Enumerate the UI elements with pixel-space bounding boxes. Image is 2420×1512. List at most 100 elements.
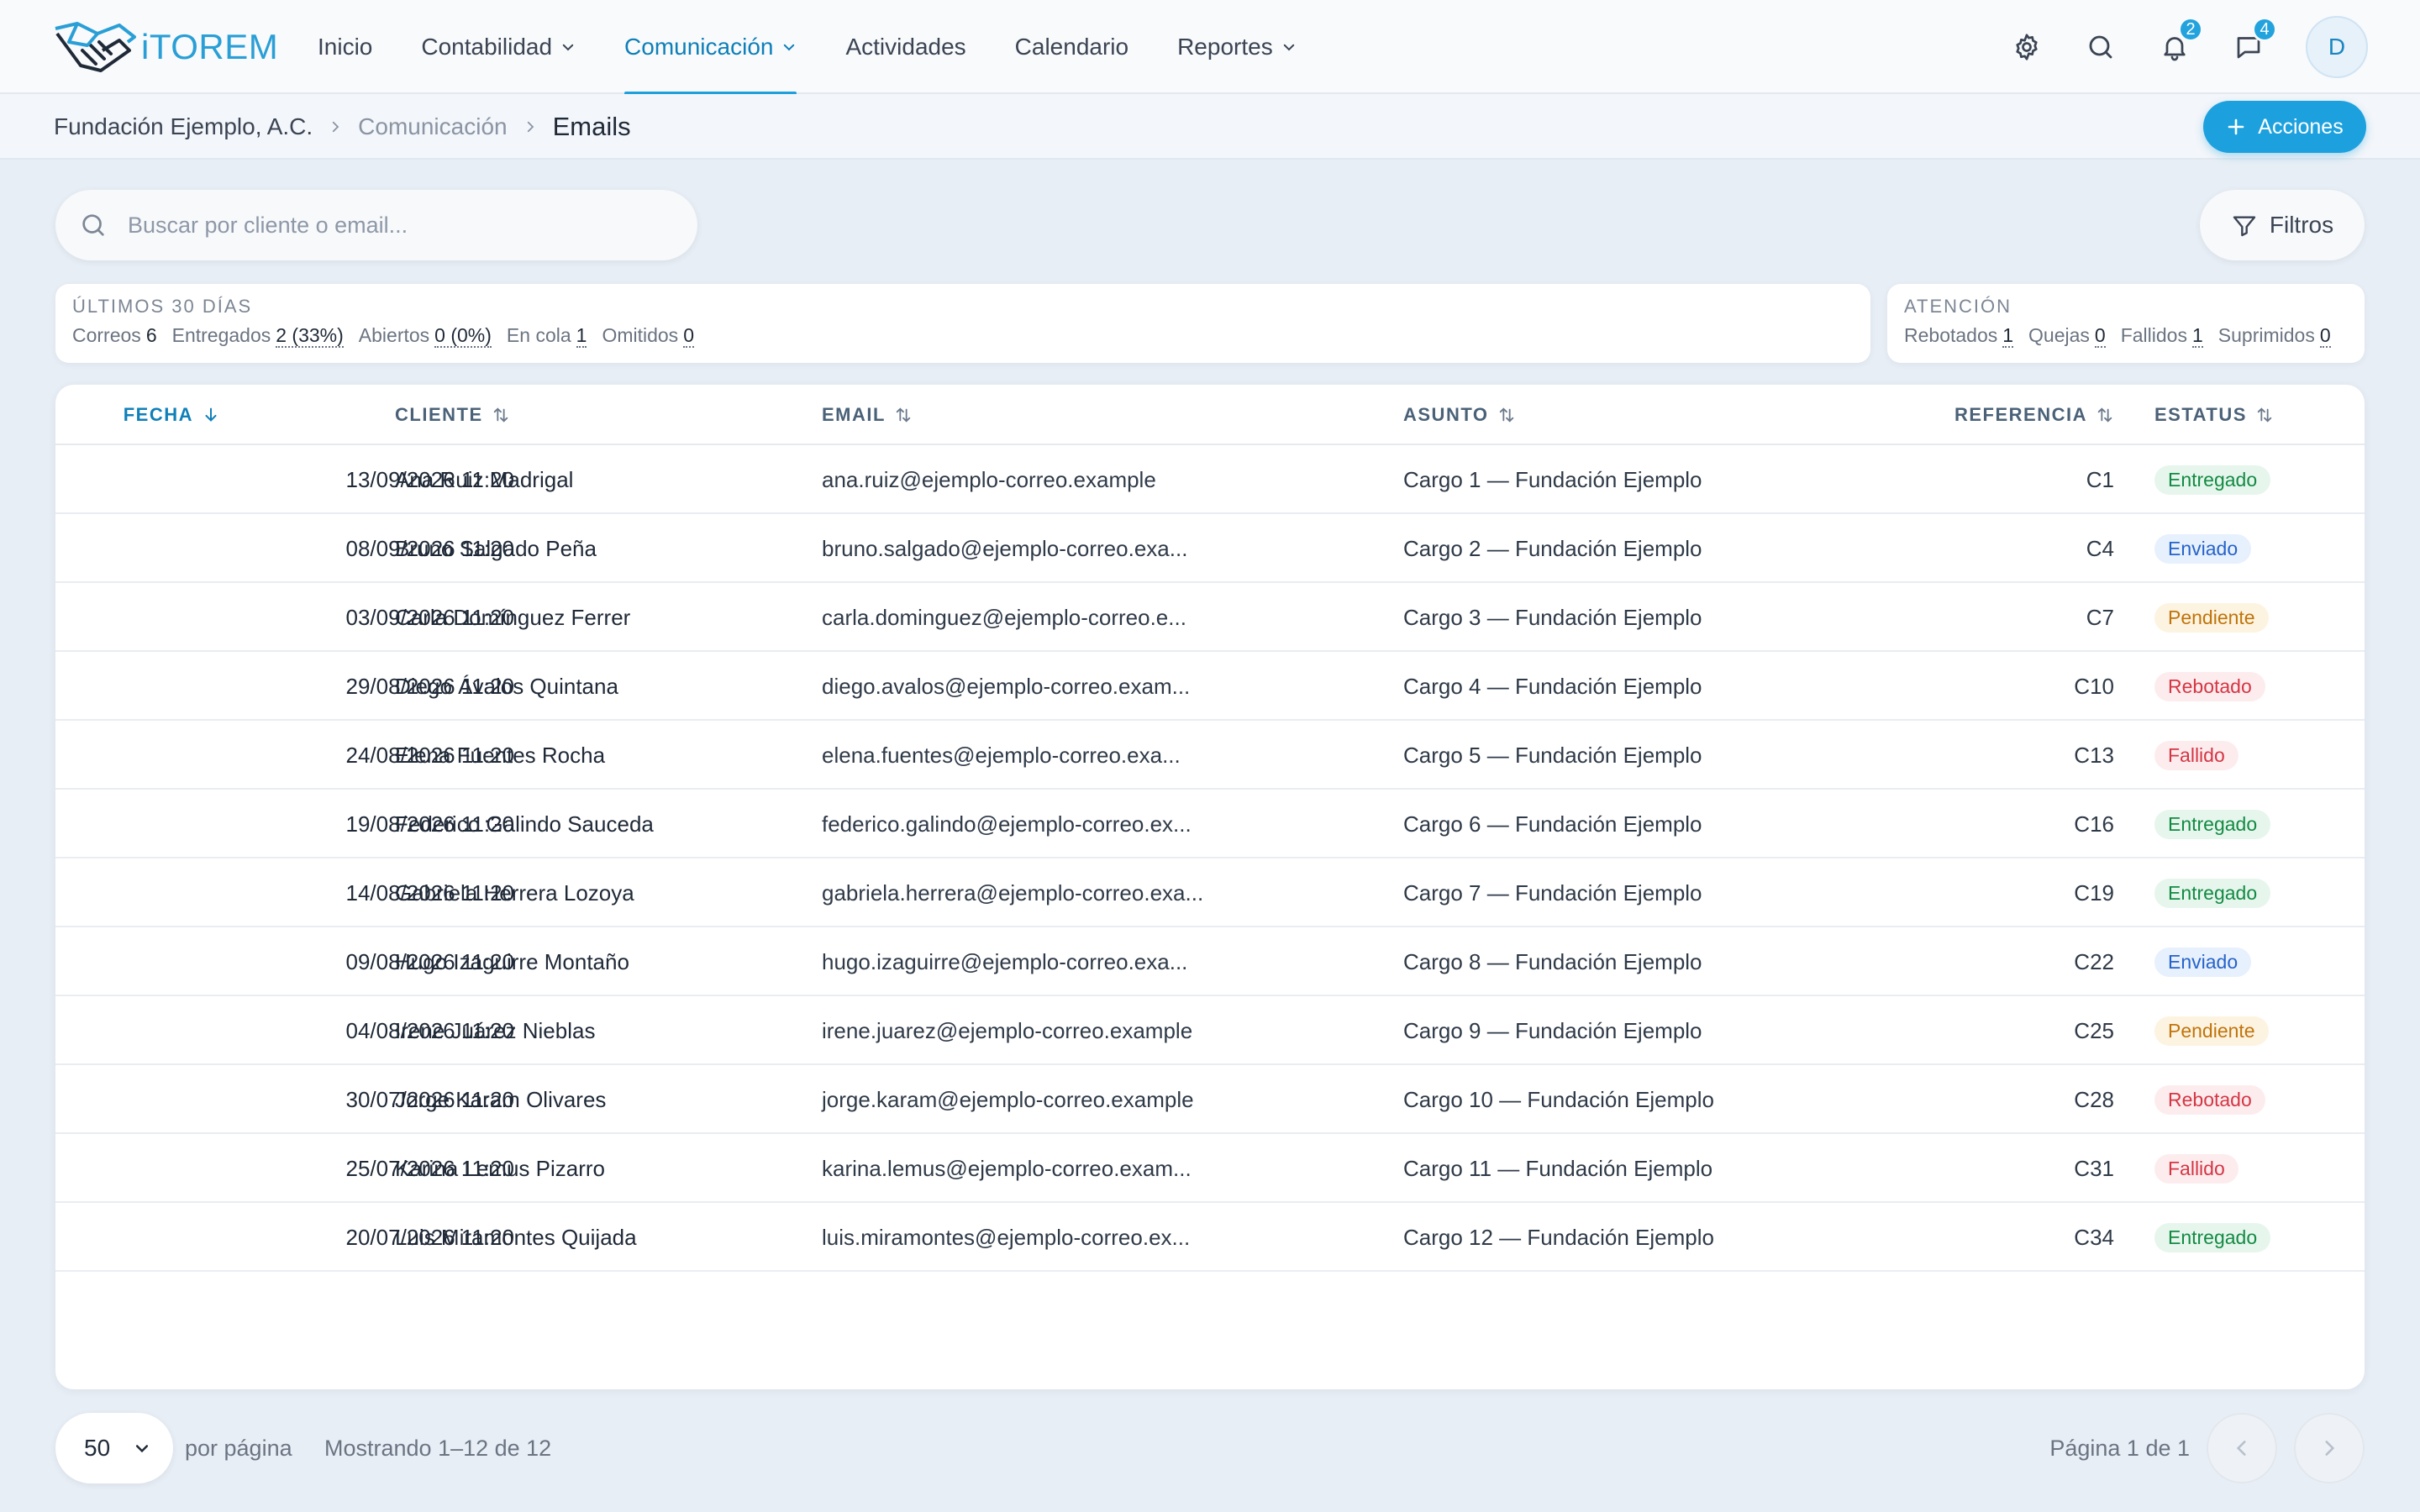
period-stat-label: Abiertos — [358, 324, 430, 346]
cell-email: karina.lemus@ejemplo-correo.exam... — [822, 1155, 1192, 1181]
status-badge: Entregado — [2154, 465, 2271, 495]
notifications-button[interactable]: 2 — [2158, 17, 2203, 64]
cell-reference: C19 — [2074, 879, 2114, 906]
breadcrumb-organization[interactable]: Fundación Ejemplo, A.C. — [54, 113, 313, 140]
user-avatar[interactable]: D — [2306, 16, 2368, 78]
table-row[interactable]: 04/08/2026 11:20 Irene Juárez Nieblas iren… — [55, 996, 2365, 1065]
attention-stat-value[interactable]: 1 — [2002, 324, 2014, 348]
emails-table: FECHA CLIENTE EMAIL ASUNTO REFERENCIA ES… — [55, 385, 2365, 1389]
cell-client: Carla Domínguez Ferrer — [395, 604, 631, 630]
table-row[interactable]: 03/09/2026 11:20 Carla Domínguez Ferrer ca… — [55, 583, 2365, 652]
cell-reference: C28 — [2074, 1086, 2114, 1112]
status-badge: Entregado — [2154, 1222, 2271, 1252]
status-badge: Entregado — [2154, 878, 2271, 908]
filters-button[interactable]: Filtros — [2200, 190, 2365, 260]
column-header-email[interactable]: EMAIL — [822, 385, 913, 445]
cell-reference: C10 — [2074, 673, 2114, 699]
notifications-badge: 2 — [2178, 17, 2203, 42]
table-row[interactable]: 19/08/2026 11:20 Federico Galindo Sauceda… — [55, 790, 2365, 858]
nav-item-contabilidad[interactable]: Contabilidad — [421, 0, 576, 94]
chevron-right-icon — [333, 121, 339, 133]
sort-icon — [493, 407, 508, 423]
table-row[interactable]: 29/08/2026 11:20 Diego Ávalos Quintana die… — [55, 652, 2365, 721]
cell-client: Hugo Izaguirre Montaño — [395, 948, 629, 974]
table-header: FECHA CLIENTE EMAIL ASUNTO REFERENCIA ES… — [55, 385, 2365, 445]
next-page-button[interactable] — [2294, 1413, 2365, 1483]
cell-status: Fallido — [2154, 721, 2238, 790]
per-page-select[interactable]: 50 — [55, 1413, 173, 1483]
chevron-right-icon — [527, 121, 534, 133]
cell-subject: Cargo 2 — Fundación Ejemplo — [1403, 535, 1702, 561]
cell-status: Enviado — [2154, 927, 2252, 996]
table-row[interactable]: 30/07/2026 11:20 Jorge Karam Olivares jorg… — [55, 1065, 2365, 1134]
cell-status: Pendiente — [2154, 583, 2269, 652]
table-row[interactable]: 24/08/2026 11:20 Elena Fuentes Rocha elena… — [55, 721, 2365, 790]
chevron-left-icon — [2236, 1441, 2246, 1456]
column-header-date[interactable]: FECHA — [124, 385, 220, 445]
table-row[interactable]: 13/09/2026 11:20 Ana Ruiz Madrigal ana.rui… — [55, 445, 2365, 514]
table-row[interactable]: 14/08/2026 11:20 Gabriela Herrera Lozoya g… — [55, 858, 2365, 927]
search-input[interactable] — [128, 212, 666, 239]
search-button[interactable] — [2084, 30, 2118, 64]
cell-email: elena.fuentes@ejemplo-correo.exa... — [822, 742, 1181, 768]
period-stat-label: Omitidos — [602, 324, 679, 346]
status-badge: Enviado — [2154, 947, 2252, 977]
nav-item-reportes[interactable]: Reportes — [1177, 0, 1297, 94]
cell-subject: Cargo 7 — Fundación Ejemplo — [1403, 879, 1702, 906]
settings-button[interactable] — [2010, 30, 2044, 64]
cell-client: Diego Ávalos Quintana — [395, 673, 618, 699]
attention-stat-value[interactable]: 0 — [2094, 324, 2106, 348]
period-stat-value[interactable]: 2 (33%) — [276, 324, 344, 348]
cell-email: hugo.izaguirre@ejemplo-correo.exa... — [822, 948, 1188, 974]
nav-item-comunicacion[interactable]: Comunicación — [624, 0, 797, 95]
period-stat-value[interactable]: 0 — [683, 324, 694, 348]
sort-desc-icon — [205, 407, 217, 422]
cell-email: diego.avalos@ejemplo-correo.exam... — [822, 673, 1191, 699]
breadcrumb-section[interactable]: Comunicación — [358, 113, 507, 140]
breadcrumb: Fundación Ejemplo, A.C. Comunicación Ema… — [54, 94, 631, 160]
nav-item-label: Contabilidad — [421, 34, 553, 60]
filters-button-label: Filtros — [2269, 212, 2334, 238]
period-stats-card: Últimos 30 días Correos 6 Entregados 2 (33%… — [55, 284, 1870, 363]
actions-button[interactable]: Acciones — [2203, 101, 2366, 153]
column-header-client[interactable]: CLIENTE — [395, 385, 510, 445]
cell-email: carla.dominguez@ejemplo-correo.e... — [822, 604, 1186, 630]
cell-subject: Cargo 12 — Fundación Ejemplo — [1403, 1224, 1714, 1250]
table-row[interactable]: 08/09/2026 11:20 Bruno Salgado Peña bruno.… — [55, 514, 2365, 583]
nav-item-label: Comunicación — [624, 34, 774, 60]
plus-icon — [2228, 118, 2244, 135]
column-header-subject[interactable]: ASUNTO — [1403, 385, 1516, 445]
column-header-reference[interactable]: REFERENCIA — [1954, 385, 2114, 445]
cell-subject: Cargo 11 — Fundación Ejemplo — [1403, 1155, 1713, 1181]
attention-stats-title: Atención — [1904, 296, 2012, 317]
nav-item-inicio[interactable]: Inicio — [318, 0, 372, 94]
cell-reference: C4 — [2086, 535, 2114, 561]
nav-item-label: Actividades — [845, 34, 966, 60]
gear-icon — [2016, 34, 2038, 60]
previous-page-button[interactable] — [2207, 1413, 2277, 1483]
chevron-down-icon — [1283, 44, 1294, 51]
search-box — [55, 190, 697, 260]
cell-client: Karina Lemus Pizarro — [395, 1155, 605, 1181]
period-stat: Omitidos 0 — [602, 324, 694, 348]
app-logo[interactable]: iTOREM — [52, 17, 278, 77]
nav-item-label: Inicio — [318, 34, 373, 60]
attention-stat-value[interactable]: 0 — [2319, 324, 2331, 348]
logo-text: iTOREM — [141, 27, 279, 66]
table-row[interactable]: 09/08/2026 11:20 Hugo Izaguirre Montaño hu… — [55, 927, 2365, 996]
cell-reference: C7 — [2086, 604, 2114, 630]
nav-item-calendario[interactable]: Calendario — [1015, 0, 1128, 94]
period-stat-value[interactable]: 6 — [146, 324, 157, 346]
cell-email: irene.juarez@ejemplo-correo.example — [822, 1017, 1193, 1043]
table-row[interactable]: 25/07/2026 11:20 Karina Lemus Pizarro kari… — [55, 1134, 2365, 1203]
header-actions: 2 4 D — [2010, 15, 2368, 79]
attention-stat: Rebotados 1 — [1904, 324, 2014, 348]
period-stat-value[interactable]: 1 — [576, 324, 587, 348]
attention-stats-row: Rebotados 1 Quejas 0 Fallidos 1 Suprimidos 0 — [1904, 324, 2348, 348]
nav-item-actividades[interactable]: Actividades — [845, 0, 965, 94]
table-row[interactable]: 20/07/2026 11:20 Luis Miramontes Quijada l… — [55, 1203, 2365, 1272]
attention-stat-value[interactable]: 1 — [2191, 324, 2203, 348]
period-stat-value[interactable]: 0 (0%) — [434, 324, 492, 348]
messages-button[interactable]: 4 — [2232, 17, 2277, 64]
column-header-status[interactable]: ESTATUS — [2154, 385, 2274, 445]
